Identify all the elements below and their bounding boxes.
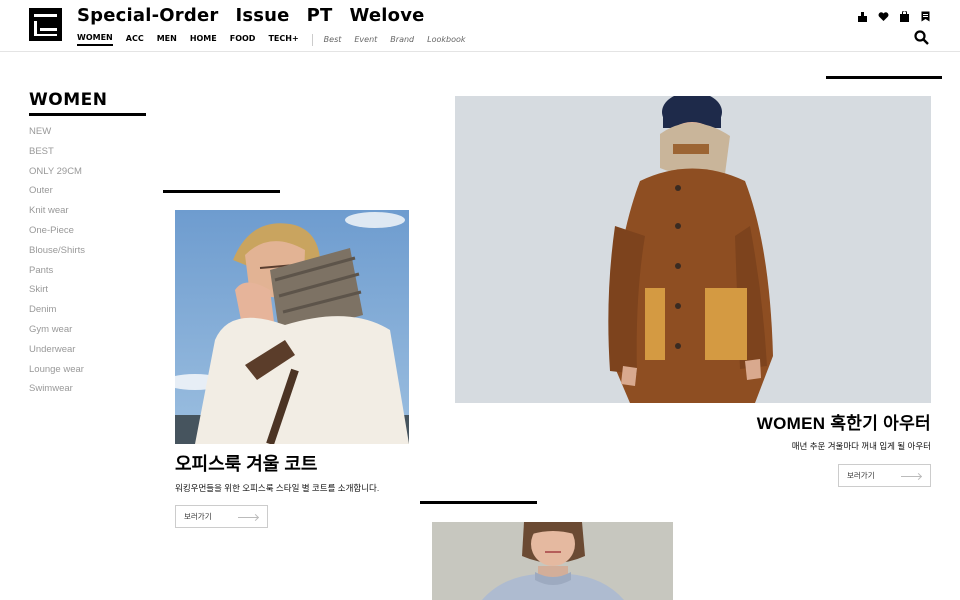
sidebar-item-one-piece[interactable]: One-Piece (29, 225, 85, 245)
logo[interactable] (29, 8, 62, 41)
sidebar-item-gym-wear[interactable]: Gym wear (29, 324, 85, 344)
sidebar-item-only-29cm[interactable]: ONLY 29CM (29, 166, 85, 186)
sidebar-item-new[interactable]: NEW (29, 126, 85, 146)
link-best[interactable]: Best (324, 35, 342, 44)
category-food[interactable]: FOOD (230, 34, 256, 45)
header-icons (857, 11, 931, 22)
cart-icon[interactable] (899, 11, 910, 22)
link-lookbook[interactable]: Lookbook (427, 35, 465, 44)
sidebar-item-blouse-shirts[interactable]: Blouse/Shirts (29, 245, 85, 265)
nav-special-order[interactable]: Special-Order (77, 5, 218, 26)
bookmark-icon[interactable] (920, 11, 931, 22)
sidebar-item-denim[interactable]: Denim (29, 304, 85, 324)
section-rule-left (163, 190, 280, 193)
top-nav: Special-Order Issue PT Welove (77, 5, 425, 26)
winter-outer-description: 매년 추운 겨울마다 꺼내 입게 될 아우터 (791, 441, 931, 451)
category-nav: WOMEN ACC MEN HOME FOOD TECH+ Best Event… (77, 33, 479, 46)
arrow-right-icon (238, 517, 258, 518)
category-acc[interactable]: ACC (126, 34, 144, 45)
link-brand[interactable]: Brand (390, 35, 414, 44)
winter-outer-view-button-label: 보러가기 (847, 471, 875, 480)
office-coat-view-button-label: 보러가기 (184, 512, 212, 521)
sidebar-item-skirt[interactable]: Skirt (29, 284, 85, 304)
winter-outer-title[interactable]: WOMEN 혹한기 아우터 (757, 409, 931, 434)
office-coat-image[interactable] (175, 210, 409, 444)
sidebar-item-knit-wear[interactable]: Knit wear (29, 205, 85, 225)
nav-pt[interactable]: PT (307, 5, 333, 26)
nav-issue[interactable]: Issue (235, 5, 289, 26)
winter-outer-image[interactable] (455, 96, 931, 403)
office-coat-view-button[interactable]: 보러가기 (175, 505, 268, 528)
sidebar-item-pants[interactable]: Pants (29, 265, 85, 285)
category-tech[interactable]: TECH+ (268, 34, 298, 45)
sidebar-item-outer[interactable]: Outer (29, 185, 85, 205)
category-home[interactable]: HOME (190, 34, 217, 45)
nav-divider (311, 33, 313, 46)
sidebar-item-lounge-wear[interactable]: Lounge wear (29, 364, 85, 384)
category-men[interactable]: MEN (157, 34, 177, 45)
sidebar-item-best[interactable]: BEST (29, 146, 85, 166)
link-event[interactable]: Event (354, 35, 377, 44)
sidebar-title: WOMEN (29, 90, 108, 110)
sidebar-item-swimwear[interactable]: Swimwear (29, 383, 85, 403)
sidebar-title-underline (29, 113, 146, 116)
office-coat-description: 워킹우먼들을 위한 오피스룩 스타일 별 코트를 소개합니다. (175, 483, 380, 493)
heart-icon[interactable] (878, 11, 889, 22)
section-rule-top-right (826, 76, 942, 79)
knit-image[interactable] (432, 522, 673, 600)
winter-outer-view-button[interactable]: 보러가기 (838, 464, 931, 487)
header: Special-Order Issue PT Welove WOMEN ACC … (0, 0, 960, 52)
sidebar-menu: NEW BEST ONLY 29CM Outer Knit wear One-P… (29, 126, 85, 403)
arrow-right-icon (901, 476, 921, 477)
sidebar-item-underwear[interactable]: Underwear (29, 344, 85, 364)
office-coat-title[interactable]: 오피스룩 겨울 코트 (175, 450, 317, 476)
category-women[interactable]: WOMEN (77, 33, 113, 46)
section-rule-bottom (420, 501, 537, 504)
my-page-icon[interactable] (857, 11, 868, 22)
nav-welove[interactable]: Welove (349, 5, 424, 26)
search-icon[interactable] (914, 30, 929, 45)
